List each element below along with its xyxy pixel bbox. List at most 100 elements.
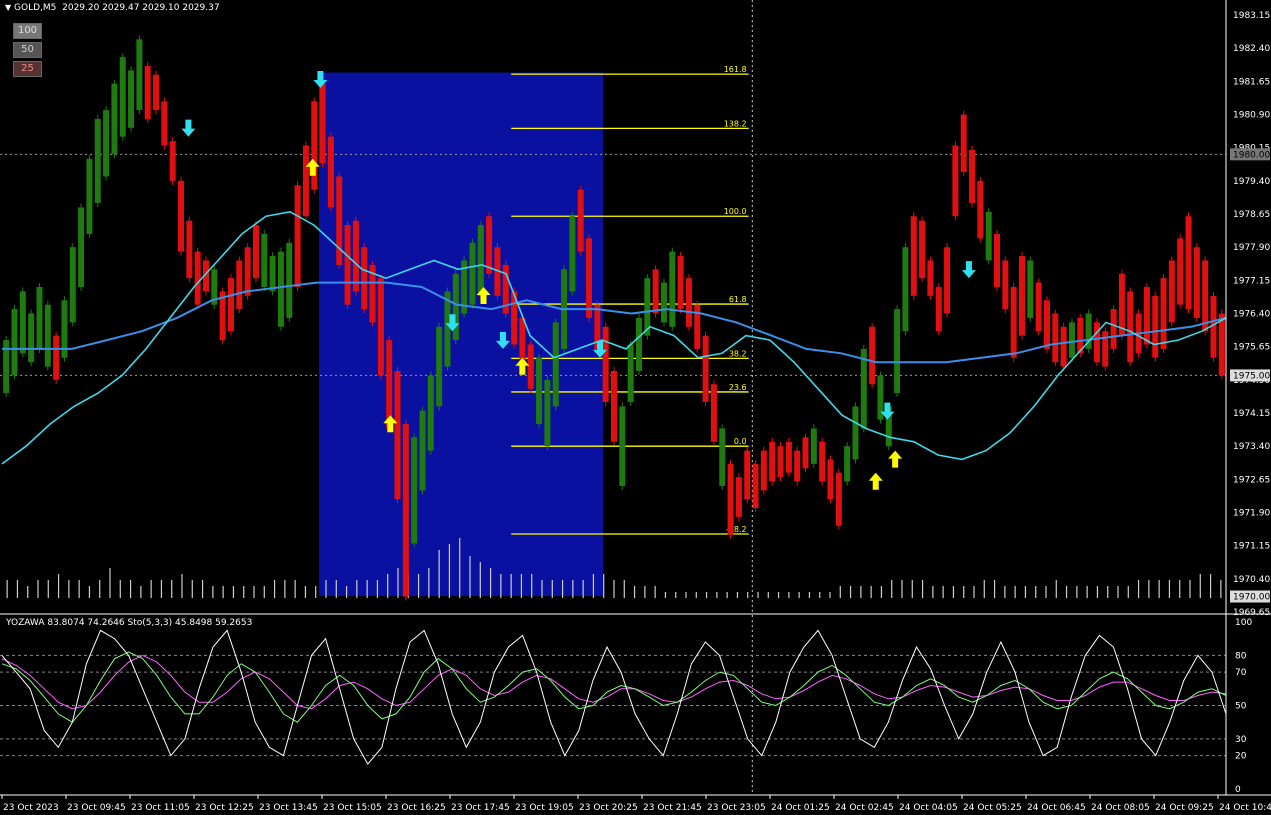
candle-body bbox=[1052, 313, 1059, 363]
candle-body bbox=[669, 251, 676, 327]
price-tick-label: 1977.15 bbox=[1233, 276, 1270, 286]
candle-body bbox=[1093, 322, 1100, 363]
arrow-up-icon bbox=[888, 450, 903, 468]
candle-body bbox=[586, 238, 593, 318]
candle-body bbox=[702, 335, 709, 402]
candle-body bbox=[128, 70, 135, 128]
candle-body bbox=[985, 211, 992, 261]
time-tick-label: 23 Oct 13:45 bbox=[259, 803, 318, 813]
oscillator-panel bbox=[0, 629, 1227, 765]
candle-body bbox=[794, 450, 801, 482]
candle-body bbox=[935, 286, 942, 332]
candle-body bbox=[1185, 216, 1192, 310]
candle-body bbox=[252, 225, 259, 279]
candle-body bbox=[919, 220, 926, 279]
time-tick-label: 23 Oct 23:05 bbox=[707, 803, 766, 813]
indicator-header: YOZAWA 83.8074 74.2646 Sto(5,3,3) 45.849… bbox=[6, 618, 253, 628]
candle-body bbox=[677, 256, 684, 310]
candle-body bbox=[627, 344, 634, 402]
candle-body bbox=[344, 225, 351, 305]
arrow-up-icon bbox=[868, 472, 883, 490]
price-tick-label: 1970.40 bbox=[1233, 575, 1270, 585]
candle-body bbox=[361, 247, 368, 310]
osc-tick-label: 70 bbox=[1235, 668, 1247, 678]
candle-body bbox=[685, 278, 692, 327]
candle-body bbox=[286, 242, 293, 318]
price-tick-label: 1980.90 bbox=[1233, 111, 1270, 121]
time-tick-label: 23 Oct 21:45 bbox=[643, 803, 702, 813]
osc-tick-label: 100 bbox=[1235, 618, 1252, 628]
candle-body bbox=[402, 424, 409, 597]
blue-highlight-rect bbox=[319, 72, 603, 596]
candle-body bbox=[319, 83, 326, 164]
candle-body bbox=[394, 371, 401, 500]
candle-body bbox=[153, 74, 160, 111]
osc-tick-label: 0 bbox=[1235, 785, 1241, 795]
osc-magenta-line bbox=[1, 654, 1227, 710]
time-tick-label: 24 Oct 10:45 bbox=[1219, 803, 1271, 813]
volume-bars bbox=[6, 538, 1222, 598]
candle-body bbox=[119, 57, 126, 137]
osc-tick-label: 20 bbox=[1235, 752, 1247, 762]
candle-body bbox=[302, 145, 309, 217]
triangle-down-icon[interactable]: ▼ bbox=[5, 3, 11, 12]
chart-canvas: 161.8138.2100.061.838.223.60.0-38.2 1983… bbox=[0, 0, 1271, 813]
price-tick-label: 1973.40 bbox=[1233, 442, 1270, 452]
price-tick-label: 1977.90 bbox=[1233, 243, 1270, 253]
candle-body bbox=[69, 247, 76, 323]
fib-level-label: 138.2 bbox=[724, 119, 747, 128]
candle-body bbox=[544, 379, 551, 447]
candle-body bbox=[1143, 286, 1150, 345]
candle-body bbox=[427, 375, 434, 451]
candle-body bbox=[444, 291, 451, 367]
candle-body bbox=[735, 477, 742, 517]
candle-body bbox=[1002, 260, 1009, 310]
candle-body bbox=[1019, 256, 1025, 336]
candle-body bbox=[602, 326, 609, 402]
chart-header: ▼ GOLD,M5 2029.20 2029.47 2029.10 2029.3… bbox=[5, 3, 220, 13]
candle-body bbox=[802, 437, 809, 469]
candle-body bbox=[619, 406, 626, 486]
candle-body bbox=[469, 242, 476, 305]
time-tick-label: 23 Oct 20:25 bbox=[579, 803, 638, 813]
candle-body bbox=[527, 344, 534, 389]
time-tick-label: 23 Oct 19:05 bbox=[515, 803, 574, 813]
candle-body bbox=[1027, 260, 1034, 318]
candle-body bbox=[294, 185, 301, 287]
candle-body bbox=[760, 450, 767, 491]
candle-body bbox=[1152, 295, 1159, 358]
candle-body bbox=[477, 225, 484, 296]
candle-body bbox=[386, 340, 393, 429]
slow-ma-line bbox=[2, 281, 1227, 364]
level-button-50[interactable]: 50 bbox=[13, 42, 42, 58]
candle-body bbox=[186, 220, 193, 279]
candle-body bbox=[769, 441, 776, 482]
ohlc-readout: 2029.20 2029.47 2029.10 2029.37 bbox=[62, 3, 220, 13]
candle-body bbox=[1035, 282, 1042, 332]
candle-body bbox=[977, 180, 984, 239]
candle-body bbox=[810, 428, 817, 464]
highlight-zone bbox=[319, 72, 603, 596]
time-tick-label: 23 Oct 2023 bbox=[3, 803, 59, 813]
candle-body bbox=[269, 256, 276, 292]
candle-body bbox=[660, 282, 667, 323]
symbol-label: GOLD,M5 bbox=[14, 3, 57, 13]
candle-body bbox=[1177, 238, 1184, 305]
time-tick-label: 23 Oct 12:25 bbox=[195, 803, 254, 813]
candle-body bbox=[1168, 260, 1175, 323]
candle-body bbox=[910, 216, 917, 296]
time-tick-label: 24 Oct 01:25 bbox=[771, 803, 830, 813]
candle-body bbox=[994, 233, 1001, 287]
candle-body bbox=[236, 260, 243, 310]
candle-body bbox=[44, 304, 51, 367]
price-tick-label: 1972.65 bbox=[1233, 475, 1270, 485]
candle-body bbox=[11, 309, 18, 376]
fib-level-label: 161.8 bbox=[724, 65, 747, 74]
level-button-25[interactable]: 25 bbox=[13, 61, 42, 77]
fib-level-label: 100.0 bbox=[724, 207, 747, 216]
candle-body bbox=[94, 118, 101, 203]
level-button-100[interactable]: 100 bbox=[13, 23, 42, 39]
candle-body bbox=[577, 189, 584, 252]
candle-body bbox=[835, 472, 842, 526]
candle-body bbox=[519, 317, 526, 363]
